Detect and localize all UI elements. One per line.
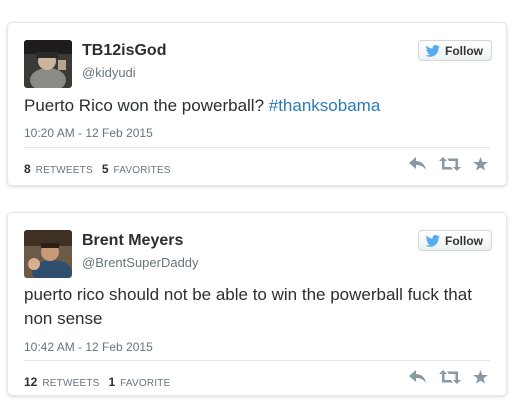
star-icon[interactable]	[473, 370, 488, 389]
tweet-stats: 12 RETWEETS 1 FAVORITE	[24, 375, 170, 389]
star-icon[interactable]	[473, 157, 488, 176]
username[interactable]: @BrentSuperDaddy	[82, 255, 199, 270]
tweet-text-body: Puerto Rico won the powerball?	[24, 96, 269, 115]
reply-icon[interactable]	[409, 157, 427, 176]
hashtag-link[interactable]: #thanksobama	[269, 96, 381, 115]
retweet-icon[interactable]	[439, 157, 461, 176]
divider	[24, 360, 490, 361]
retweets-count: 12	[24, 375, 38, 389]
reply-icon[interactable]	[409, 370, 427, 389]
favorites-stat[interactable]: 1 FAVORITE	[108, 375, 171, 389]
avatar[interactable]	[24, 230, 72, 278]
retweets-label: RETWEETS	[35, 165, 93, 176]
retweets-stat[interactable]: 12 RETWEETS	[24, 375, 100, 389]
retweets-stat[interactable]: 8 RETWEETS	[24, 162, 93, 176]
display-name[interactable]: TB12isGod	[82, 42, 166, 60]
favorites-label: FAVORITES	[113, 165, 171, 176]
divider	[24, 147, 490, 148]
favorites-stat[interactable]: 5 FAVORITES	[101, 162, 171, 176]
display-name[interactable]: Brent Meyers	[82, 232, 183, 250]
twitter-bird-icon	[425, 234, 440, 247]
retweets-label: RETWEETS	[42, 378, 100, 389]
tweet-actions	[409, 157, 488, 176]
tweet-text: Puerto Rico won the powerball? #thanksob…	[24, 94, 490, 118]
username[interactable]: @kidyudi	[82, 65, 136, 80]
tweet-text: puerto rico should not be able to win th…	[24, 285, 472, 328]
tweet-card: TB12isGod @kidyudi Follow Puerto Rico wo…	[7, 22, 507, 186]
favorites-count: 1	[108, 375, 116, 389]
tweet-timestamp[interactable]: 10:42 AM - 12 Feb 2015	[24, 340, 153, 354]
tweet-card: Brent Meyers @BrentSuperDaddy Follow pue…	[7, 212, 507, 396]
retweet-icon[interactable]	[439, 370, 461, 389]
follow-label: Follow	[445, 233, 483, 248]
twitter-bird-icon	[425, 44, 440, 57]
tweet-actions	[409, 370, 488, 389]
tweet-timestamp[interactable]: 10:20 AM - 12 Feb 2015	[24, 126, 153, 140]
favorites-label: FAVORITE	[120, 378, 171, 389]
follow-button[interactable]: Follow	[418, 40, 492, 61]
follow-label: Follow	[445, 43, 483, 58]
tweet-stats: 8 RETWEETS 5 FAVORITES	[24, 162, 171, 176]
follow-button[interactable]: Follow	[418, 230, 492, 251]
retweets-count: 8	[24, 162, 31, 176]
favorites-count: 5	[101, 162, 109, 176]
avatar[interactable]	[24, 40, 72, 88]
